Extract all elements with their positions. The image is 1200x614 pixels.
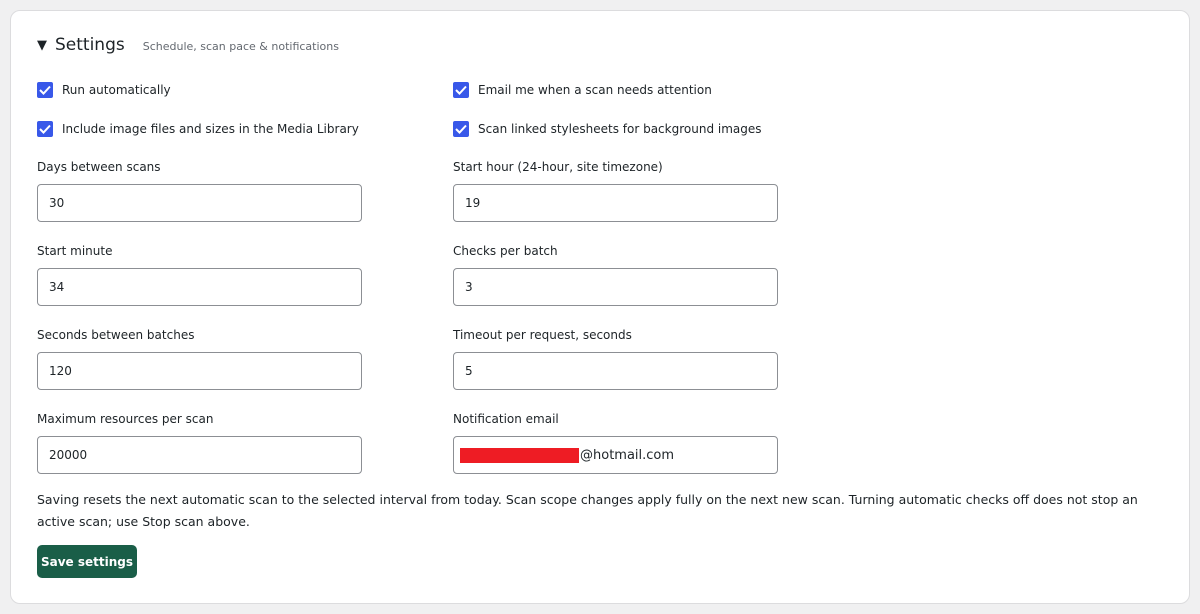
email-domain-value: @hotmail.com xyxy=(580,447,675,463)
scan-stylesheets-option: Scan linked stylesheets for background i… xyxy=(453,120,762,138)
start-minute-value: 34 xyxy=(49,280,65,294)
section-subtitle: Schedule, scan pace & notifications xyxy=(142,40,339,53)
checkmark-icon xyxy=(455,124,467,134)
max-resources-value: 20000 xyxy=(49,448,88,462)
notification-email-input[interactable]: @hotmail.com xyxy=(453,436,778,474)
timeout-per-request-label: Timeout per request, seconds xyxy=(453,328,632,342)
start-minute-label: Start minute xyxy=(37,244,113,258)
include-media-option: Include image files and sizes in the Med… xyxy=(37,120,359,138)
checkmark-icon xyxy=(39,124,51,134)
timeout-per-request-input[interactable]: 5 xyxy=(453,352,778,390)
scan-stylesheets-checkbox[interactable] xyxy=(453,121,469,137)
email-attention-option: Email me when a scan needs attention xyxy=(453,81,712,99)
run-automatically-option: Run automatically xyxy=(37,81,171,99)
timeout-per-request-value: 5 xyxy=(465,364,473,378)
checkmark-icon xyxy=(39,85,51,95)
days-between-scans-value: 30 xyxy=(49,196,65,210)
checks-per-batch-value: 3 xyxy=(465,280,473,294)
section-title[interactable]: Settings xyxy=(55,35,125,55)
include-media-checkbox[interactable] xyxy=(37,121,53,137)
notification-email-label: Notification email xyxy=(453,412,559,426)
max-resources-input[interactable]: 20000 xyxy=(37,436,362,474)
checks-per-batch-label: Checks per batch xyxy=(453,244,558,258)
include-media-label[interactable]: Include image files and sizes in the Med… xyxy=(62,122,359,136)
days-between-scans-label: Days between scans xyxy=(37,160,161,174)
settings-header[interactable]: ▼ Settings Schedule, scan pace & notific… xyxy=(37,35,339,55)
save-settings-button[interactable]: Save settings xyxy=(37,545,137,578)
run-automatically-label[interactable]: Run automatically xyxy=(62,83,171,97)
start-hour-label: Start hour (24-hour, site timezone) xyxy=(453,160,663,174)
start-minute-input[interactable]: 34 xyxy=(37,268,362,306)
start-hour-input[interactable]: 19 xyxy=(453,184,778,222)
seconds-between-batches-input[interactable]: 120 xyxy=(37,352,362,390)
settings-panel: ▼ Settings Schedule, scan pace & notific… xyxy=(10,10,1190,604)
redaction-bar xyxy=(460,447,579,463)
seconds-between-batches-value: 120 xyxy=(49,364,72,378)
checks-per-batch-input[interactable]: 3 xyxy=(453,268,778,306)
email-attention-label[interactable]: Email me when a scan needs attention xyxy=(478,83,712,97)
max-resources-label: Maximum resources per scan xyxy=(37,412,214,426)
settings-note: Saving resets the next automatic scan to… xyxy=(37,492,1138,529)
run-automatically-checkbox[interactable] xyxy=(37,82,53,98)
scan-stylesheets-label[interactable]: Scan linked stylesheets for background i… xyxy=(478,122,762,136)
seconds-between-batches-label: Seconds between batches xyxy=(37,328,195,342)
checkmark-icon xyxy=(455,85,467,95)
days-between-scans-input[interactable]: 30 xyxy=(37,184,362,222)
email-attention-checkbox[interactable] xyxy=(453,82,469,98)
collapse-caret-icon[interactable]: ▼ xyxy=(37,38,47,53)
start-hour-value: 19 xyxy=(465,196,481,210)
